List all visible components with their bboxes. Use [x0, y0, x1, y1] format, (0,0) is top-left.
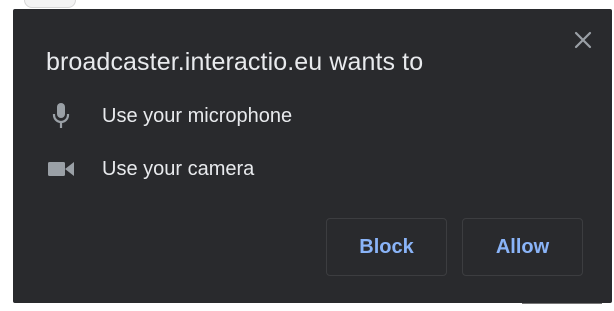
close-icon [574, 31, 592, 49]
block-button[interactable]: Block [326, 218, 447, 276]
permission-row-camera: Use your camera [46, 155, 254, 183]
browser-top-edge [0, 0, 614, 9]
permission-label-microphone: Use your microphone [102, 104, 293, 127]
permission-label-camera: Use your camera [102, 157, 255, 180]
close-button[interactable] [572, 29, 594, 51]
camera-icon [46, 155, 76, 183]
microphone-icon [46, 102, 76, 130]
tab-edge [24, 0, 76, 8]
allow-button[interactable]: Allow [462, 218, 583, 276]
permission-prompt-dialog: broadcaster.interactio.eu wants to Use y… [13, 9, 612, 303]
permission-row-microphone: Use your microphone [46, 102, 292, 130]
prompt-title: broadcaster.interactio.eu wants to [46, 48, 424, 76]
page-fragment [522, 303, 602, 310]
page-content-edge [0, 303, 614, 311]
